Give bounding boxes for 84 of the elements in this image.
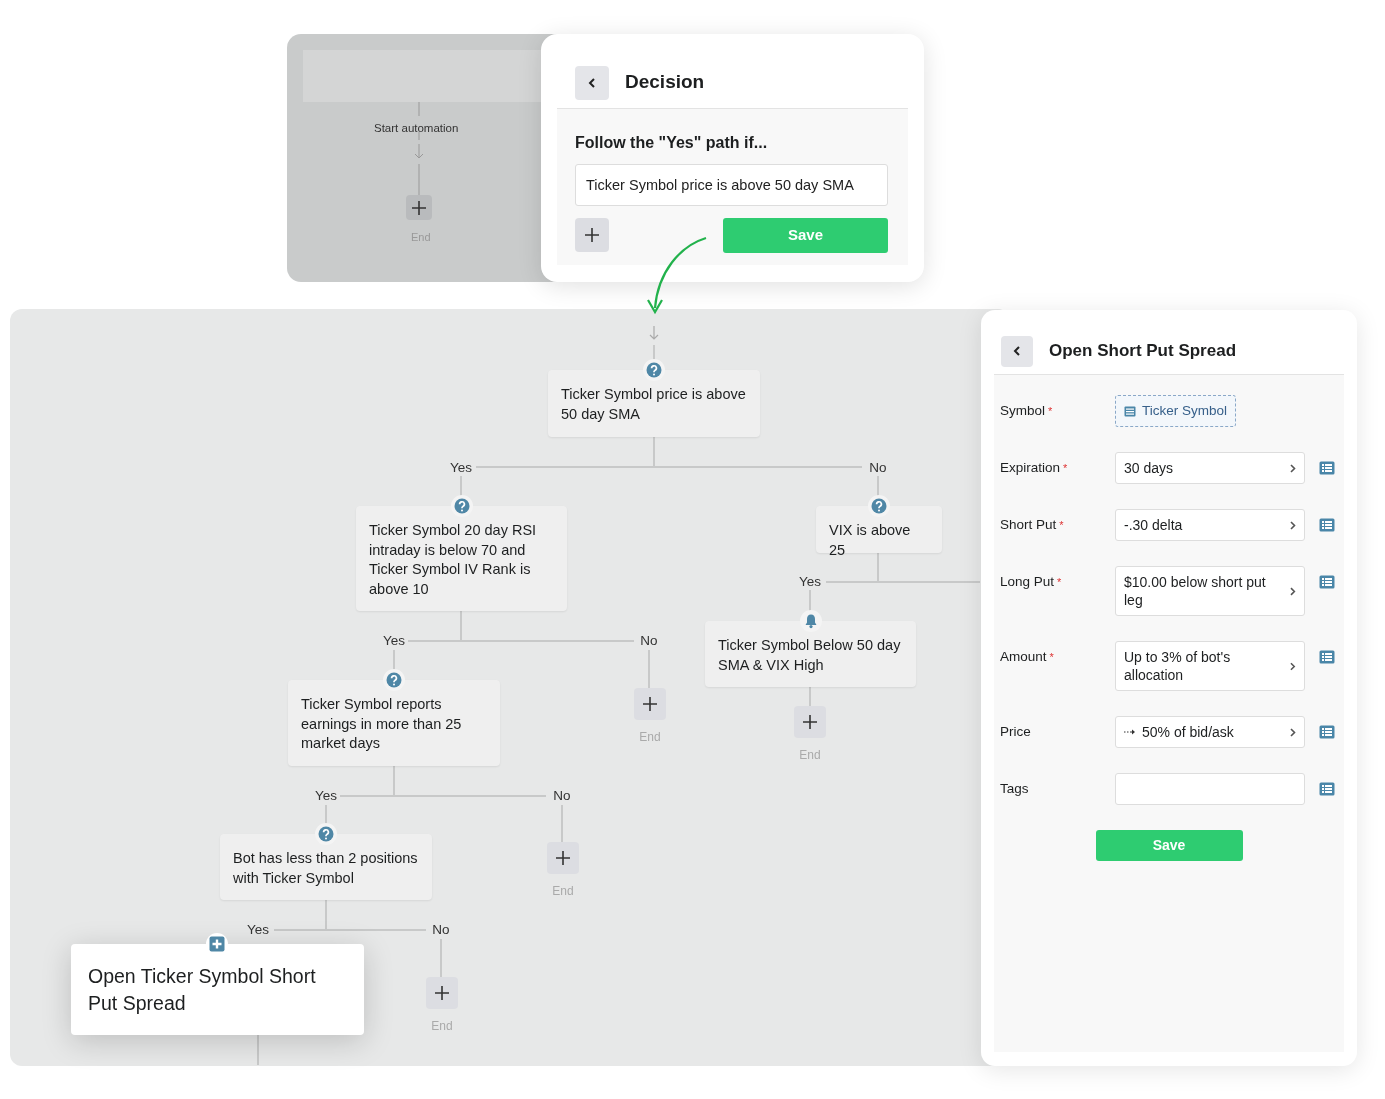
branch-label: Yes [799,572,821,591]
branch-label: No [640,631,658,650]
plus-icon [584,227,600,243]
branch-label: Yes [450,458,472,477]
decision-node[interactable]: Bot has less than 2 positions with Ticker Symbol [220,834,432,900]
select-field[interactable]: Up to 3% of bot's allocation [1115,641,1305,692]
branch-label: No [553,786,571,805]
chevron-right-icon [1290,727,1296,737]
field-label: Expiration [1000,460,1061,476]
add-condition-button[interactable] [575,218,609,252]
add-step-button[interactable] [406,195,432,220]
end-label: End [552,883,574,900]
condition-prompt: Follow the "Yes" path if... [575,133,768,153]
decision-node[interactable]: Ticker Symbol reports earnings in more than 25 market days [288,680,500,766]
decision-node[interactable]: Ticker Symbol price is above 50 day SMA [548,370,760,437]
branch-label: Yes [315,786,337,805]
condition-field[interactable]: Ticker Symbol price is above 50 day SMA [575,164,888,206]
plus-icon [434,985,450,1001]
plus-icon [411,199,427,216]
symbol-token[interactable]: Ticker Symbol [1115,395,1236,428]
end-label: End [431,1018,453,1035]
end-label: End [639,729,661,746]
field-label: Price [1000,724,1031,740]
question-icon [318,826,334,842]
field-value: 50% of bid/ask [1142,723,1235,742]
required-mark: * [1059,519,1064,532]
field-label: Amount [1000,649,1047,665]
required-mark: * [1049,651,1054,664]
question-icon [453,498,470,514]
required-mark: * [1063,462,1068,475]
list-icon[interactable] [1319,575,1335,590]
question-icon [871,498,887,514]
field-value: $10.00 below short put leg [1124,573,1267,610]
branch-label: No [432,920,450,939]
list-icon[interactable] [1319,650,1335,665]
branch-label: Yes [247,920,269,939]
required-mark: * [1048,405,1053,417]
question-icon [646,362,662,378]
list-icon [1124,405,1136,417]
branch-label: No [869,458,887,477]
add-step-button[interactable] [426,977,458,1009]
list-icon[interactable] [1319,725,1335,740]
field-label: Symbol [1000,403,1045,418]
field-value: Up to 3% of bot's allocation [1124,648,1232,685]
list-icon[interactable] [1319,461,1335,476]
list-icon[interactable] [1319,782,1335,797]
field-label: Long Put [1000,574,1055,590]
question-icon [386,672,402,688]
arrow-icon [649,325,659,340]
chevron-left-icon [588,76,596,89]
chevron-left-icon [1013,345,1021,357]
plus-icon [642,696,658,712]
back-button[interactable] [1001,335,1033,367]
end-label: End [799,747,821,764]
panel-title: Open Short Put Spread [1049,340,1237,363]
add-step-button[interactable] [634,688,666,720]
decision-node[interactable]: Ticker Symbol 20 day RSI intraday is below 70 and Ticker Symbol IV Rank is above 10 [356,506,567,611]
chevron-right-icon [1290,586,1296,596]
chevron-right-icon [1290,520,1296,530]
alert-node[interactable]: Ticker Symbol Below 50 day SMA & VIX High [705,621,916,687]
start-label: Start automation [374,121,459,136]
decision-node[interactable]: VIX is above 25 [816,506,942,553]
chevron-right-icon [1290,463,1296,473]
plus-square-icon [209,936,225,952]
add-step-button[interactable] [547,842,579,874]
select-field[interactable]: 50% of bid/ask [1115,716,1305,749]
input-field[interactable] [1115,773,1305,806]
plus-icon [555,850,571,866]
field-label: Short Put [1000,517,1057,533]
chevron-right-icon [1290,661,1296,671]
field-value: -.30 delta [1124,516,1184,535]
list-icon[interactable] [1319,518,1335,533]
panel-title: Decision [625,70,705,95]
field-value: 30 days [1124,459,1175,478]
required-mark: * [1057,576,1062,589]
action-node[interactable]: Open Ticker Symbol Short Put Spread [71,944,364,1035]
select-field[interactable]: -.30 delta [1115,509,1305,542]
select-field[interactable]: $10.00 below short put leg [1115,566,1305,617]
branch-label: Yes [383,631,405,650]
arrow-icon [414,143,424,159]
field-label: Tags [1000,781,1029,797]
add-step-button[interactable] [794,706,826,738]
select-field[interactable]: 30 days [1115,452,1305,485]
plus-icon [802,714,818,730]
